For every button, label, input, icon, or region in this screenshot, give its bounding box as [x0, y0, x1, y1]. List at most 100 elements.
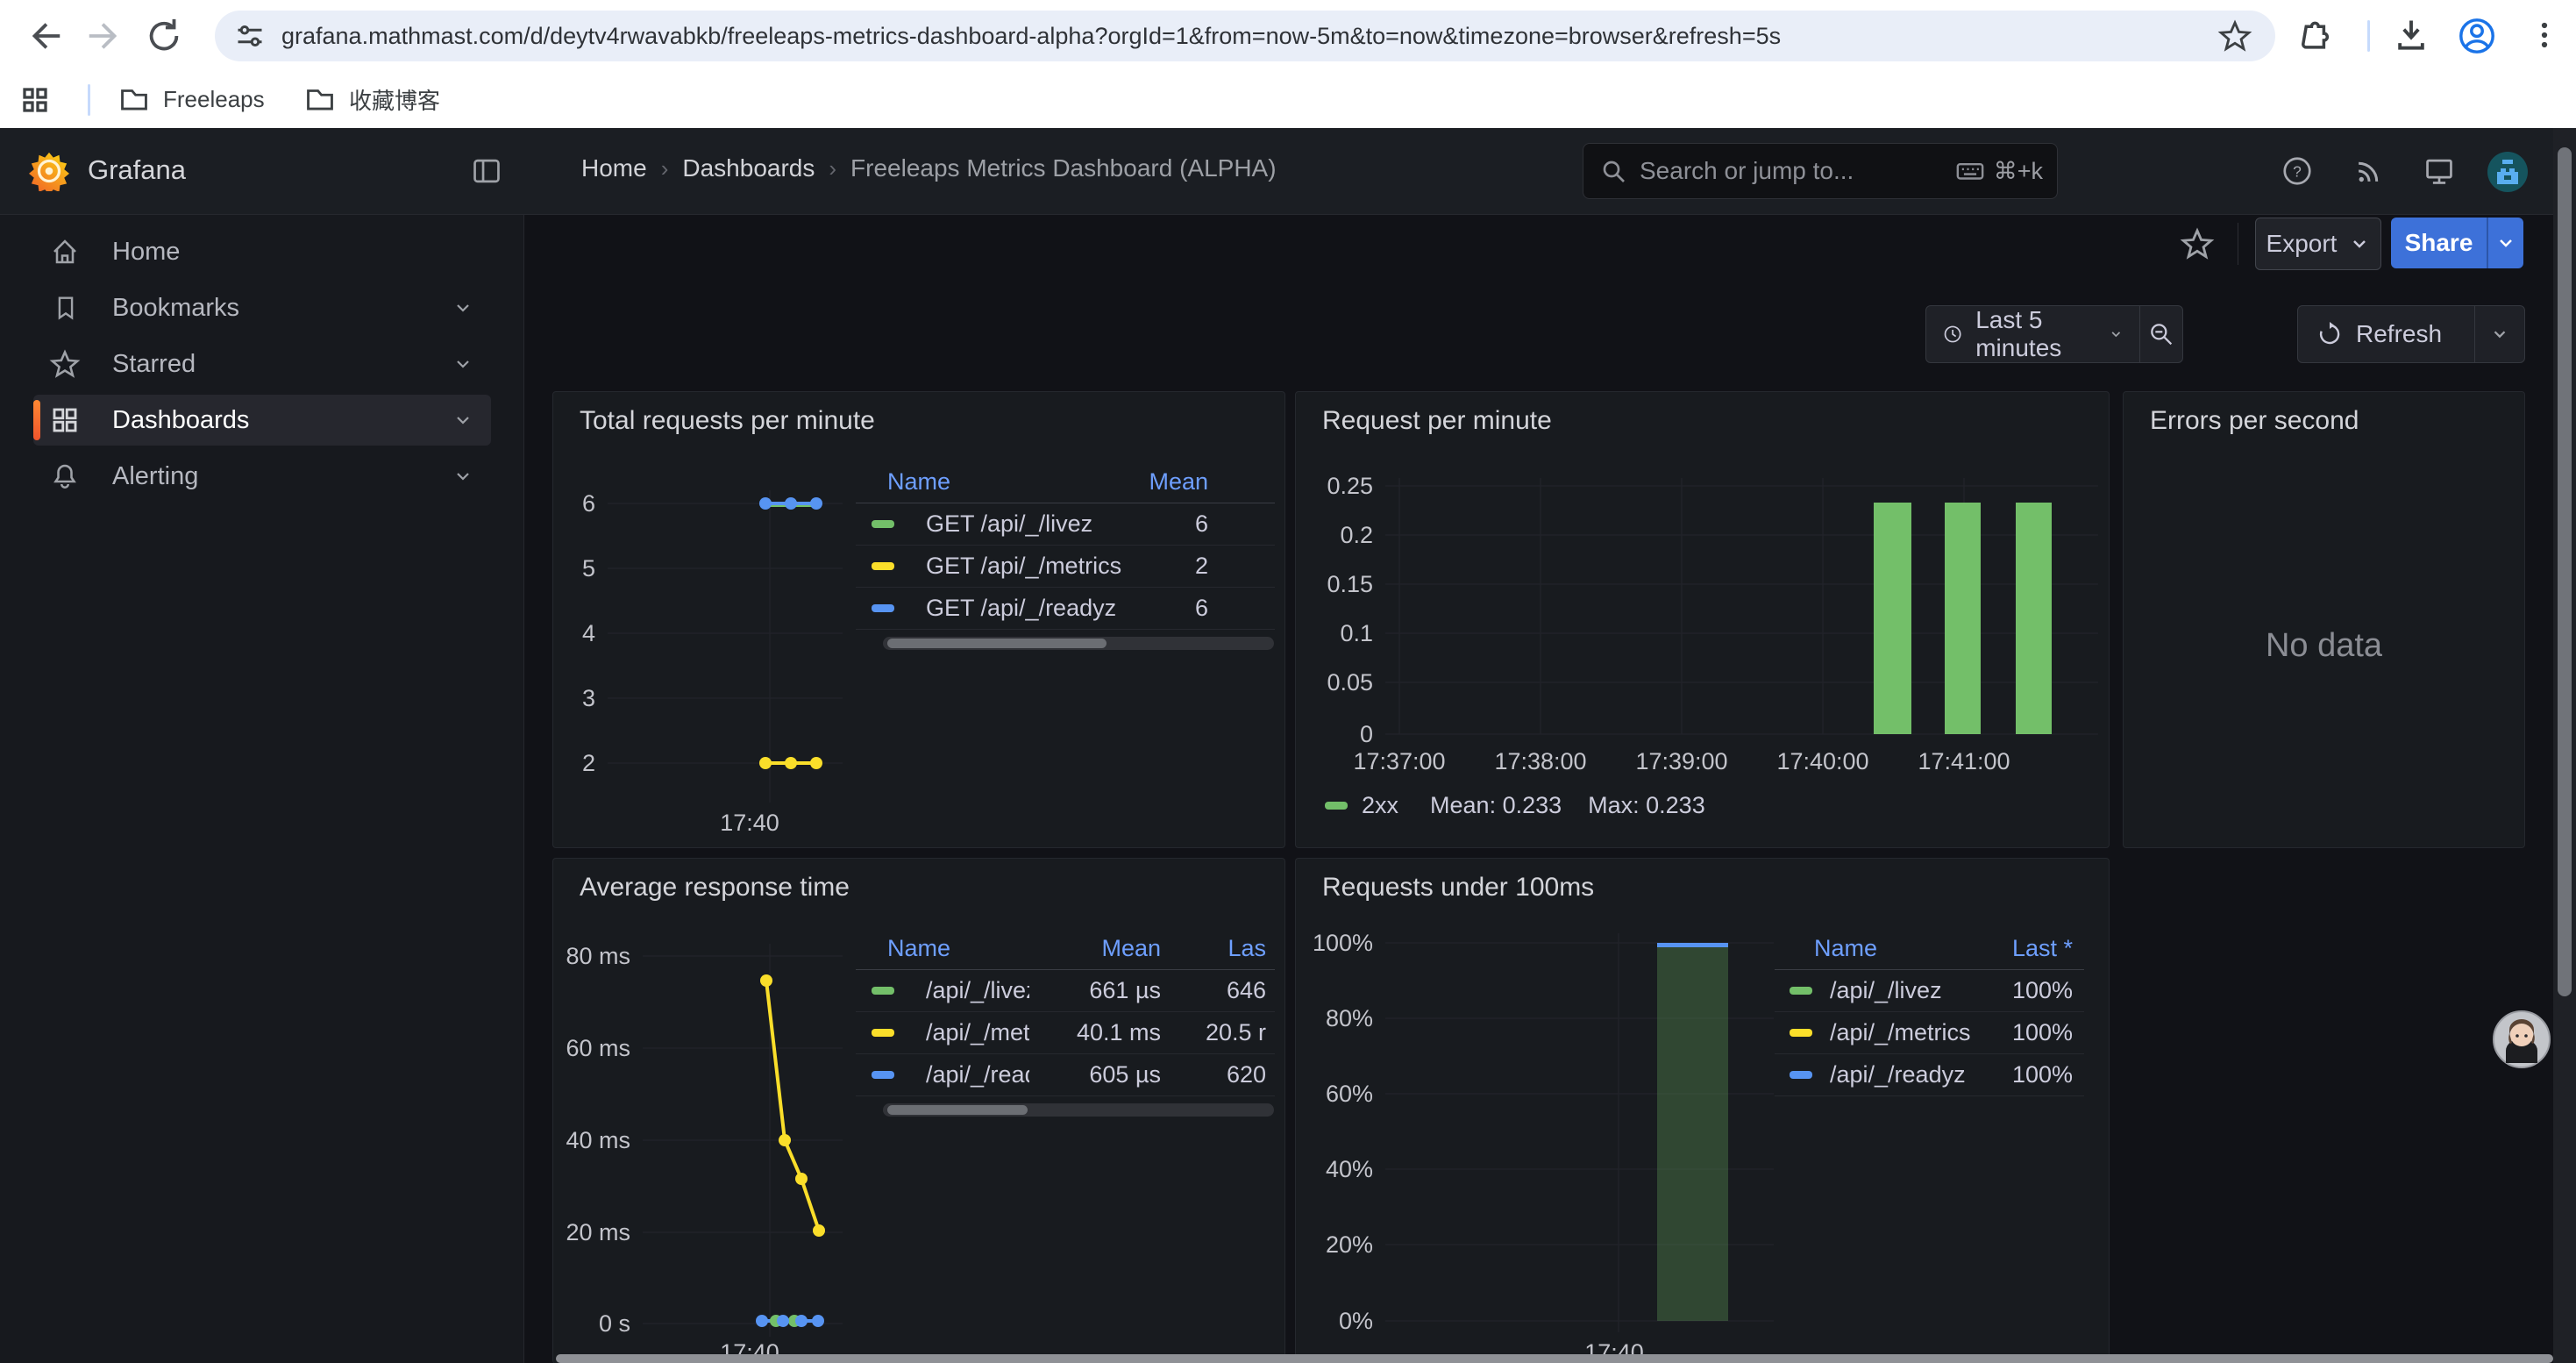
y-tick: 20%	[1326, 1231, 1373, 1258]
keyboard-shortcut: ⌘+k	[1955, 156, 2043, 186]
scrollbar-thumb[interactable]	[2558, 147, 2572, 996]
refresh-interval-chevron[interactable]	[2475, 325, 2524, 344]
legend-table: Name Last * /api/_/livez 100% /api/_/met…	[1775, 927, 2084, 1096]
chevron-down-icon	[2495, 232, 2516, 253]
export-button[interactable]: Export	[2255, 218, 2381, 270]
legend-scrollbar[interactable]	[883, 637, 1274, 650]
share-menu-chevron[interactable]	[2488, 232, 2523, 253]
legend-row[interactable]: /api/_/metrics 40.1 ms 20.5 r	[856, 1012, 1275, 1054]
col-mean[interactable]: Mean	[1149, 468, 1275, 496]
y-tick: 4	[582, 620, 595, 646]
series-color-green	[1325, 802, 1348, 810]
bookmark-star-icon[interactable]	[2217, 18, 2252, 54]
downloads-icon[interactable]	[2392, 16, 2430, 54]
legend-scrollbar[interactable]	[883, 1103, 1274, 1117]
extensions-icon[interactable]	[2295, 16, 2332, 53]
chevron-down-icon[interactable]	[452, 297, 473, 318]
panel-under-100ms[interactable]: Requests under 100ms 100% 80% 60% 40% 20…	[1295, 858, 2110, 1363]
bookmark-folder-blogs[interactable]: 收藏博客	[303, 82, 440, 116]
bookmarks-bar: Freeleaps 收藏博客	[0, 72, 2576, 129]
refresh-icon	[2316, 320, 2344, 348]
zoom-out-button[interactable]	[2139, 320, 2182, 348]
time-range-picker[interactable]: Last 5 minutes	[1926, 306, 2139, 362]
address-bar[interactable]: grafana.mathmast.com/d/deytv4rwavabkb/fr…	[215, 11, 2275, 61]
panel-title[interactable]: Errors per second	[2150, 406, 2359, 436]
x-tick: 17:40	[720, 810, 779, 836]
series-color-yellow	[872, 562, 894, 570]
legend-row[interactable]: /api/_/metrics 100%	[1775, 1012, 2084, 1054]
menu-kebab-icon[interactable]	[2525, 16, 2564, 54]
breadcrumb-home[interactable]: Home	[581, 154, 647, 182]
monitor-icon[interactable]	[2423, 154, 2456, 188]
star-icon	[49, 348, 81, 380]
col-mean[interactable]: Mean	[1029, 935, 1161, 962]
legend-row[interactable]: GET /api/_/metrics 2	[856, 546, 1275, 588]
clock-icon	[1942, 320, 1963, 348]
sidebar-item-starred[interactable]: Starred	[33, 339, 491, 389]
panel-request-per-minute[interactable]: Request per minute 0.25 0.2 0.15 0.1 0.0…	[1295, 391, 2110, 848]
zoom-out-icon	[2147, 320, 2175, 348]
grafana-brand: Grafana	[88, 154, 186, 186]
bookmark-icon	[51, 293, 81, 323]
legend-row[interactable]: GET /api/_/livez 6	[856, 503, 1275, 546]
series-color-yellow	[1790, 1029, 1812, 1037]
forward-icon[interactable]	[84, 16, 125, 56]
grafana-logo[interactable]	[29, 151, 69, 191]
legend-table: Name Mean Las /api/_/livez 661 µs 646 /a…	[856, 927, 1275, 1096]
x-tick: 17:39:00	[1635, 748, 1727, 774]
legend-table: Name Mean GET /api/_/livez 6 GET /api/_/…	[856, 460, 1275, 630]
panel-errors-per-second[interactable]: Errors per second No data	[2123, 391, 2525, 848]
chevron-down-icon[interactable]	[452, 410, 473, 431]
col-last[interactable]: Las	[1161, 935, 1275, 962]
panel-total-requests[interactable]: Total requests per minute 6 5 4 3 2 17:4…	[552, 391, 1285, 848]
svg-text:?: ?	[2293, 162, 2302, 180]
grafana-topnav: Grafana Home › Dashboards › Freeleaps Me…	[0, 128, 2576, 215]
legend-row[interactable]: /api/_/readyz 100%	[1775, 1054, 2084, 1096]
sidebar-collapse-icon[interactable]	[470, 154, 503, 188]
series-color-green	[872, 520, 894, 528]
legend-row[interactable]: /api/_/livez 661 µs 646	[856, 970, 1275, 1012]
legend-row[interactable]: GET /api/_/readyz 6	[856, 588, 1275, 630]
col-name[interactable]: Name	[887, 935, 1029, 962]
reload-icon[interactable]	[144, 16, 184, 56]
assistant-avatar[interactable]	[2493, 1010, 2551, 1068]
sidebar-item-alerting[interactable]: Alerting	[33, 451, 491, 502]
help-icon[interactable]: ?	[2281, 154, 2314, 188]
apps-grid-icon[interactable]	[19, 84, 51, 116]
back-icon[interactable]	[25, 16, 65, 56]
breadcrumb-dashboards[interactable]: Dashboards	[682, 154, 815, 182]
legend-row[interactable]: /api/_/livez 100%	[1775, 970, 2084, 1012]
col-name[interactable]: Name	[1814, 935, 2012, 962]
profile-icon[interactable]	[2457, 16, 2497, 56]
legend-header-row: Name Mean	[856, 460, 1275, 503]
bookmark-folder-freeleaps[interactable]: Freeleaps	[117, 82, 265, 116]
y-tick: 80%	[1326, 1005, 1373, 1031]
share-button[interactable]: Share	[2391, 218, 2523, 268]
y-tick: 0	[1360, 721, 1373, 747]
col-name[interactable]: Name	[887, 468, 1149, 496]
chevron-down-icon[interactable]	[452, 353, 473, 375]
search-icon	[1599, 157, 1627, 185]
news-rss-icon[interactable]	[2352, 154, 2386, 188]
sidebar-item-bookmarks[interactable]: Bookmarks	[33, 282, 491, 333]
col-last[interactable]: Last *	[2012, 935, 2084, 962]
horizontal-scrollbar-thumb[interactable]	[556, 1354, 2553, 1363]
chevron-down-icon[interactable]	[452, 466, 473, 487]
favorite-star-icon[interactable]	[2180, 226, 2215, 261]
y-tick: 0.15	[1327, 571, 1373, 597]
url-text[interactable]: grafana.mathmast.com/d/deytv4rwavabkb/fr…	[281, 23, 2217, 50]
search-input[interactable]: Search or jump to... ⌘+k	[1583, 143, 2058, 199]
user-avatar[interactable]	[2487, 151, 2529, 193]
series-color-green	[872, 987, 894, 995]
chevron-down-icon	[2109, 325, 2124, 344]
time-range-group: Last 5 minutes	[1925, 305, 2183, 363]
breadcrumb-current: Freeleaps Metrics Dashboard (ALPHA)	[850, 154, 1277, 182]
browser-toolbar: grafana.mathmast.com/d/deytv4rwavabkb/fr…	[0, 0, 2576, 72]
legend-row[interactable]: /api/_/readyz 605 µs 620	[856, 1054, 1275, 1096]
legend[interactable]: 2xx Mean: 0.233 Max: 0.233	[1325, 792, 1705, 819]
site-settings-icon[interactable]	[234, 20, 266, 52]
refresh-button[interactable]: Refresh	[2298, 306, 2474, 362]
panel-avg-response-time[interactable]: Average response time 80 ms 60 ms 40 ms …	[552, 858, 1285, 1363]
sidebar-item-home[interactable]: Home	[33, 226, 491, 277]
sidebar-item-dashboards[interactable]: Dashboards	[33, 395, 491, 446]
